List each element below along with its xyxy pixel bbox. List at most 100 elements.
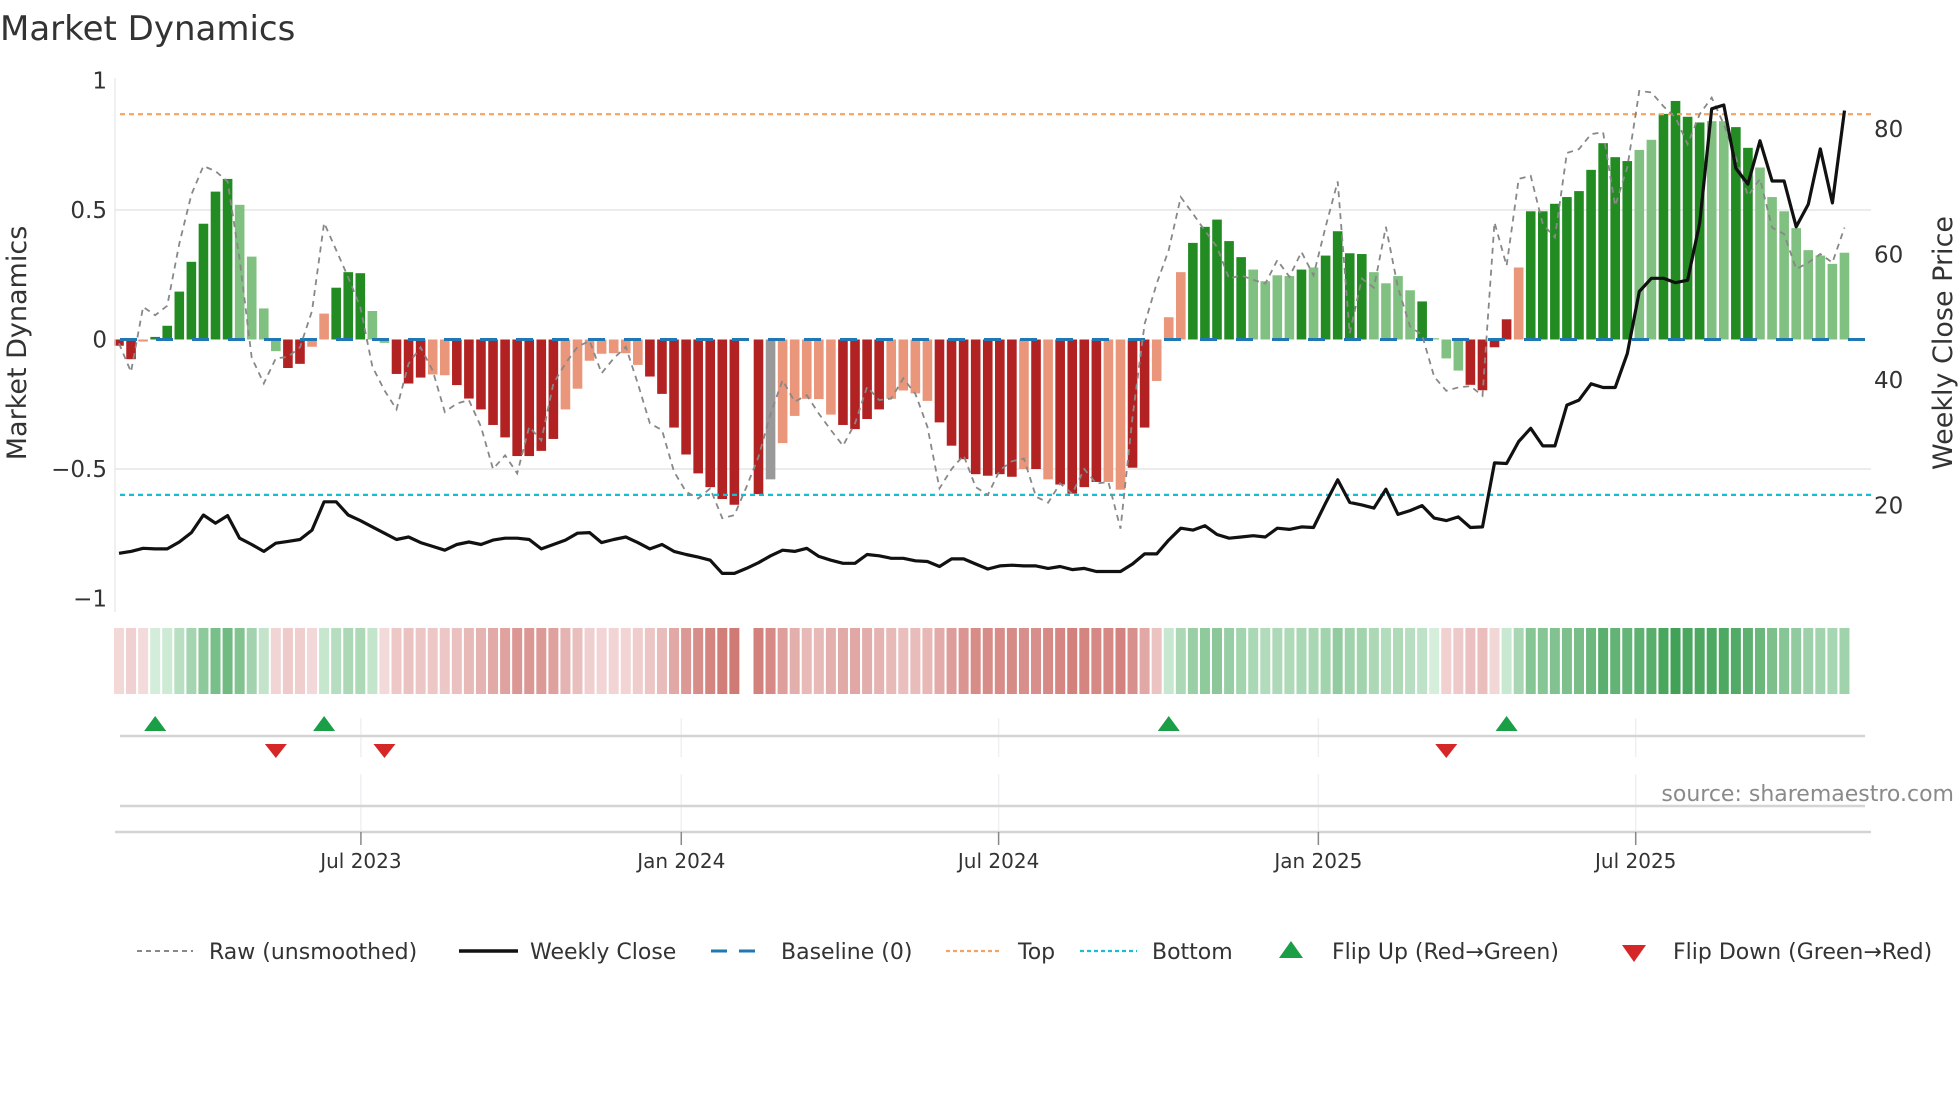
heatmap-cell [1803,628,1814,694]
heatmap-cell [1296,628,1307,694]
dynamics-bar [608,339,619,354]
dynamics-bar [439,339,450,376]
dynamics-bar [500,339,510,438]
dynamics-bar [995,339,1005,475]
heatmap-cell [789,628,800,694]
legend-item-flip-down: Flip Down (Green→Red) [1622,940,1932,965]
heatmap-cell [1212,628,1223,694]
legend-label-baseline: Baseline (0) [781,940,912,965]
dynamics-bar [1718,121,1729,340]
legend-item-raw: Raw (unsmoothed) [137,940,417,965]
dynamics-bar [1272,275,1283,340]
flip-up-marker [1157,716,1180,731]
heatmap-cell [1706,628,1717,694]
heatmap-cell [1103,628,1114,694]
x-tick-label: Jan 2025 [1272,849,1362,873]
heatmap-cell [1537,628,1548,694]
dynamics-bar [1670,100,1681,340]
heatmap-cell [910,628,921,694]
heatmap-cell [1405,628,1416,694]
dynamics-bar [210,191,221,340]
heatmap-cell [475,628,486,694]
x-tick-label: Jul 2025 [1593,849,1676,873]
heatmap-cell [608,628,619,694]
dynamics-bar [777,339,788,444]
dynamics-bar [1574,191,1584,340]
heatmap-cell [1320,628,1331,694]
heatmap-cell [1018,628,1029,694]
legend-label-bottom: Bottom [1152,940,1233,965]
dynamics-bar [789,339,800,416]
heatmap-cell [174,628,185,694]
heatmap-cell [270,628,281,694]
heatmap-cell [1658,628,1669,694]
dynamics-bar [1055,339,1065,485]
heatmap-cell [1115,628,1126,694]
flip-down-marker [1435,744,1458,758]
dynamics-bar [1513,267,1524,340]
dynamics-bar [862,339,872,420]
heatmap-cell [560,628,571,694]
heatmap-cell [391,628,402,694]
dynamics-bar [1163,317,1174,340]
heatmap-cell [500,628,511,694]
heatmap-cell [282,628,293,694]
dynamics-bar [946,339,957,446]
heatmap-cell [1598,628,1609,694]
legend-item-close: Weekly Close [459,940,676,965]
dynamics-bar [1103,339,1114,482]
heatmap-cell [813,628,824,694]
heatmap-cell [1670,628,1681,694]
dynamics-bar [669,339,679,428]
heatmap-cell [1634,628,1645,694]
dynamics-bar [1369,272,1379,340]
heatmap-cell [548,628,559,694]
dynamics-bar [729,339,740,505]
legend-label-flip-up: Flip Up (Red→Green) [1332,940,1559,965]
heatmap-cell [1622,628,1633,694]
heatmap-cell [463,628,474,694]
legend-item-top: Top [946,940,1055,965]
heatmap-cell [1839,628,1850,694]
heatmap-cell [1525,628,1536,694]
heatmap-cell [355,628,366,694]
heatmap-cell [186,628,197,694]
dynamics-bar [1308,267,1319,340]
heatmap-cell [113,628,124,694]
legend-label-flip-down: Flip Down (Green→Red) [1673,940,1932,965]
heatmap-cell [994,628,1005,694]
heatmap-cell [862,628,873,694]
heatmap-cell [1151,628,1162,694]
heatmap-cell [1477,628,1488,694]
dynamics-bars [114,100,1850,505]
chart-title: Market Dynamics [0,9,295,49]
dynamics-bar [1501,319,1512,340]
heatmap-cell [1199,628,1210,694]
dynamics-bar [572,339,583,389]
dynamics-bar [717,339,728,500]
dynamics-bar [838,339,848,425]
dynamics-bar [633,339,643,365]
heatmap-cell [524,628,535,694]
heatmap-cell [246,628,257,694]
heatmap-cell [1284,628,1295,694]
dynamics-bar [331,287,341,340]
heatmap-cell [1767,628,1778,694]
dynamics-bar [1091,339,1102,482]
heatmap-cell [138,628,149,694]
dynamics-bar [1284,276,1295,340]
heatmap-cell [222,628,233,694]
heatmap-cell [427,628,438,694]
legend-label-raw: Raw (unsmoothed) [209,940,417,965]
dynamics-bar [898,339,909,391]
heatmap-cell [1549,628,1560,694]
heatmap-cell [1031,628,1042,694]
dynamics-bar [1562,197,1572,340]
dynamics-bar [258,308,269,340]
heatmap-cell [572,628,583,694]
x-axis-ticks: Jul 2023 Jan 2024 Jul 2024 Jan 2025 Jul 2025 [318,832,1676,873]
heatmap-cell [1465,628,1476,694]
dynamics-bar [452,339,462,386]
legend-item-bottom: Bottom [1080,940,1233,965]
heatmap-cell [1646,628,1657,694]
